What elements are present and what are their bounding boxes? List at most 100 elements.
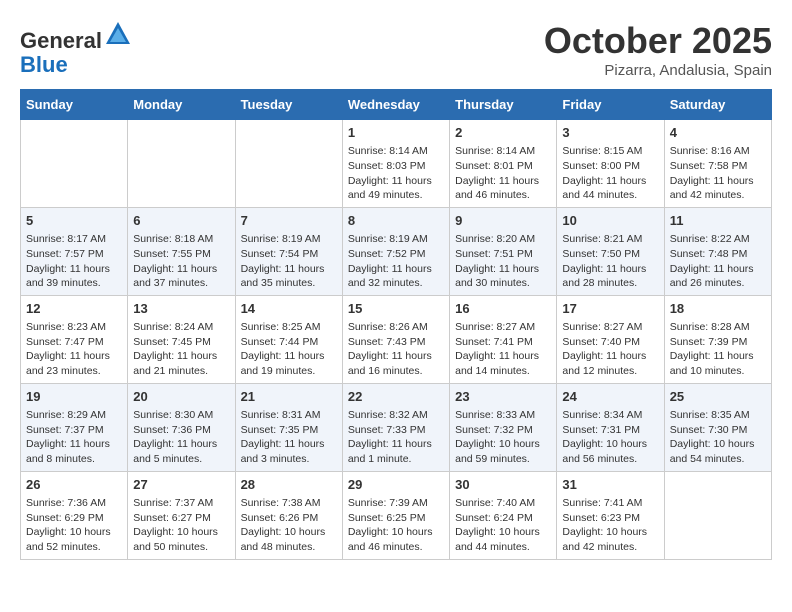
cell-info: Sunrise: 8:26 AM Sunset: 7:43 PM Dayligh…	[348, 320, 444, 379]
calendar-cell: 31 Sunrise: 7:41 AM Sunset: 6:23 PM Dayli…	[557, 471, 664, 559]
weekday-header-row: SundayMondayTuesdayWednesdayThursdayFrid…	[21, 90, 772, 120]
day-number: 8	[348, 212, 444, 230]
calendar-cell: 5 Sunrise: 8:17 AM Sunset: 7:57 PM Daylig…	[21, 207, 128, 295]
day-number: 17	[562, 300, 658, 318]
weekday-header-wednesday: Wednesday	[342, 90, 449, 120]
cell-info: Sunrise: 8:19 AM Sunset: 7:54 PM Dayligh…	[241, 232, 337, 291]
cell-info: Sunrise: 7:39 AM Sunset: 6:25 PM Dayligh…	[348, 496, 444, 555]
cell-info: Sunrise: 7:38 AM Sunset: 6:26 PM Dayligh…	[241, 496, 337, 555]
calendar-cell: 27 Sunrise: 7:37 AM Sunset: 6:27 PM Dayli…	[128, 471, 235, 559]
cell-info: Sunrise: 7:40 AM Sunset: 6:24 PM Dayligh…	[455, 496, 551, 555]
calendar-cell: 1 Sunrise: 8:14 AM Sunset: 8:03 PM Daylig…	[342, 120, 449, 208]
cell-info: Sunrise: 8:27 AM Sunset: 7:41 PM Dayligh…	[455, 320, 551, 379]
day-number: 31	[562, 476, 658, 494]
logo-icon	[104, 20, 132, 48]
calendar-cell: 8 Sunrise: 8:19 AM Sunset: 7:52 PM Daylig…	[342, 207, 449, 295]
calendar-cell: 23Sunrise: 8:33 AM Sunset: 7:32 PM Dayli…	[450, 383, 557, 471]
week-row-2: 5 Sunrise: 8:17 AM Sunset: 7:57 PM Daylig…	[21, 207, 772, 295]
calendar-cell: 28 Sunrise: 7:38 AM Sunset: 6:26 PM Dayli…	[235, 471, 342, 559]
day-number: 21	[241, 388, 337, 406]
day-number: 12	[26, 300, 122, 318]
calendar-cell: 30 Sunrise: 7:40 AM Sunset: 6:24 PM Dayli…	[450, 471, 557, 559]
day-number: 9	[455, 212, 551, 230]
day-number: 28	[241, 476, 337, 494]
day-number: 4	[670, 124, 766, 142]
cell-info: Sunrise: 8:28 AM Sunset: 7:39 PM Dayligh…	[670, 320, 766, 379]
day-number: 16	[455, 300, 551, 318]
cell-info: Sunrise: 8:20 AM Sunset: 7:51 PM Dayligh…	[455, 232, 551, 291]
day-number: 20	[133, 388, 229, 406]
calendar-cell: 22 Sunrise: 8:32 AM Sunset: 7:33 PM Dayli…	[342, 383, 449, 471]
calendar-cell: 13 Sunrise: 8:24 AM Sunset: 7:45 PM Dayli…	[128, 295, 235, 383]
calendar-cell	[664, 471, 771, 559]
weekday-header-monday: Monday	[128, 90, 235, 120]
cell-info: Sunrise: 8:33 AM Sunset: 7:32 PM Dayligh…	[455, 408, 551, 467]
logo-blue: Blue	[20, 52, 68, 77]
calendar-cell: 16 Sunrise: 8:27 AM Sunset: 7:41 PM Dayli…	[450, 295, 557, 383]
day-number: 5	[26, 212, 122, 230]
calendar-cell: 19 Sunrise: 8:29 AM Sunset: 7:37 PM Dayli…	[21, 383, 128, 471]
calendar-cell: 15 Sunrise: 8:26 AM Sunset: 7:43 PM Dayli…	[342, 295, 449, 383]
calendar-cell	[21, 120, 128, 208]
cell-info: Sunrise: 8:25 AM Sunset: 7:44 PM Dayligh…	[241, 320, 337, 379]
calendar-cell: 26Sunrise: 7:36 AM Sunset: 6:29 PM Dayli…	[21, 471, 128, 559]
cell-info: Sunrise: 8:24 AM Sunset: 7:45 PM Dayligh…	[133, 320, 229, 379]
calendar-cell: 10Sunrise: 8:21 AM Sunset: 7:50 PM Dayli…	[557, 207, 664, 295]
calendar-cell: 9 Sunrise: 8:20 AM Sunset: 7:51 PM Daylig…	[450, 207, 557, 295]
cell-info: Sunrise: 8:22 AM Sunset: 7:48 PM Dayligh…	[670, 232, 766, 291]
cell-info: Sunrise: 8:14 AM Sunset: 8:01 PM Dayligh…	[455, 144, 551, 203]
cell-info: Sunrise: 8:31 AM Sunset: 7:35 PM Dayligh…	[241, 408, 337, 467]
calendar-cell: 21 Sunrise: 8:31 AM Sunset: 7:35 PM Dayli…	[235, 383, 342, 471]
month-title: October 2025	[544, 20, 772, 62]
cell-info: Sunrise: 8:32 AM Sunset: 7:33 PM Dayligh…	[348, 408, 444, 467]
page-header: General Blue October 2025 Pizarra, Andal…	[20, 20, 772, 79]
calendar-cell: 18 Sunrise: 8:28 AM Sunset: 7:39 PM Dayli…	[664, 295, 771, 383]
day-number: 18	[670, 300, 766, 318]
cell-info: Sunrise: 8:16 AM Sunset: 7:58 PM Dayligh…	[670, 144, 766, 203]
weekday-header-friday: Friday	[557, 90, 664, 120]
day-number: 1	[348, 124, 444, 142]
day-number: 22	[348, 388, 444, 406]
cell-info: Sunrise: 8:27 AM Sunset: 7:40 PM Dayligh…	[562, 320, 658, 379]
cell-info: Sunrise: 8:14 AM Sunset: 8:03 PM Dayligh…	[348, 144, 444, 203]
cell-info: Sunrise: 8:15 AM Sunset: 8:00 PM Dayligh…	[562, 144, 658, 203]
day-number: 2	[455, 124, 551, 142]
week-row-1: 1 Sunrise: 8:14 AM Sunset: 8:03 PM Daylig…	[21, 120, 772, 208]
calendar-cell: 20Sunrise: 8:30 AM Sunset: 7:36 PM Dayli…	[128, 383, 235, 471]
calendar-cell: 7 Sunrise: 8:19 AM Sunset: 7:54 PM Daylig…	[235, 207, 342, 295]
cell-info: Sunrise: 8:34 AM Sunset: 7:31 PM Dayligh…	[562, 408, 658, 467]
weekday-header-thursday: Thursday	[450, 90, 557, 120]
calendar-cell: 4 Sunrise: 8:16 AM Sunset: 7:58 PM Daylig…	[664, 120, 771, 208]
cell-info: Sunrise: 8:19 AM Sunset: 7:52 PM Dayligh…	[348, 232, 444, 291]
weekday-header-sunday: Sunday	[21, 90, 128, 120]
cell-info: Sunrise: 8:17 AM Sunset: 7:57 PM Dayligh…	[26, 232, 122, 291]
day-number: 7	[241, 212, 337, 230]
calendar-cell: 24Sunrise: 8:34 AM Sunset: 7:31 PM Dayli…	[557, 383, 664, 471]
week-row-4: 19 Sunrise: 8:29 AM Sunset: 7:37 PM Dayli…	[21, 383, 772, 471]
calendar-cell: 25Sunrise: 8:35 AM Sunset: 7:30 PM Dayli…	[664, 383, 771, 471]
week-row-5: 26Sunrise: 7:36 AM Sunset: 6:29 PM Dayli…	[21, 471, 772, 559]
day-number: 19	[26, 388, 122, 406]
day-number: 3	[562, 124, 658, 142]
cell-info: Sunrise: 7:36 AM Sunset: 6:29 PM Dayligh…	[26, 496, 122, 555]
calendar-cell	[128, 120, 235, 208]
logo: General Blue	[20, 20, 132, 77]
day-number: 15	[348, 300, 444, 318]
cell-info: Sunrise: 8:18 AM Sunset: 7:55 PM Dayligh…	[133, 232, 229, 291]
calendar-cell: 12 Sunrise: 8:23 AM Sunset: 7:47 PM Dayli…	[21, 295, 128, 383]
day-number: 6	[133, 212, 229, 230]
calendar-cell: 3 Sunrise: 8:15 AM Sunset: 8:00 PM Daylig…	[557, 120, 664, 208]
cell-info: Sunrise: 7:37 AM Sunset: 6:27 PM Dayligh…	[133, 496, 229, 555]
day-number: 14	[241, 300, 337, 318]
cell-info: Sunrise: 8:29 AM Sunset: 7:37 PM Dayligh…	[26, 408, 122, 467]
weekday-header-tuesday: Tuesday	[235, 90, 342, 120]
location: Pizarra, Andalusia, Spain	[544, 62, 772, 79]
day-number: 27	[133, 476, 229, 494]
calendar-cell: 29Sunrise: 7:39 AM Sunset: 6:25 PM Dayli…	[342, 471, 449, 559]
day-number: 30	[455, 476, 551, 494]
day-number: 13	[133, 300, 229, 318]
calendar-cell: 2 Sunrise: 8:14 AM Sunset: 8:01 PM Daylig…	[450, 120, 557, 208]
cell-info: Sunrise: 7:41 AM Sunset: 6:23 PM Dayligh…	[562, 496, 658, 555]
cell-info: Sunrise: 8:23 AM Sunset: 7:47 PM Dayligh…	[26, 320, 122, 379]
logo-general: General	[20, 28, 102, 53]
